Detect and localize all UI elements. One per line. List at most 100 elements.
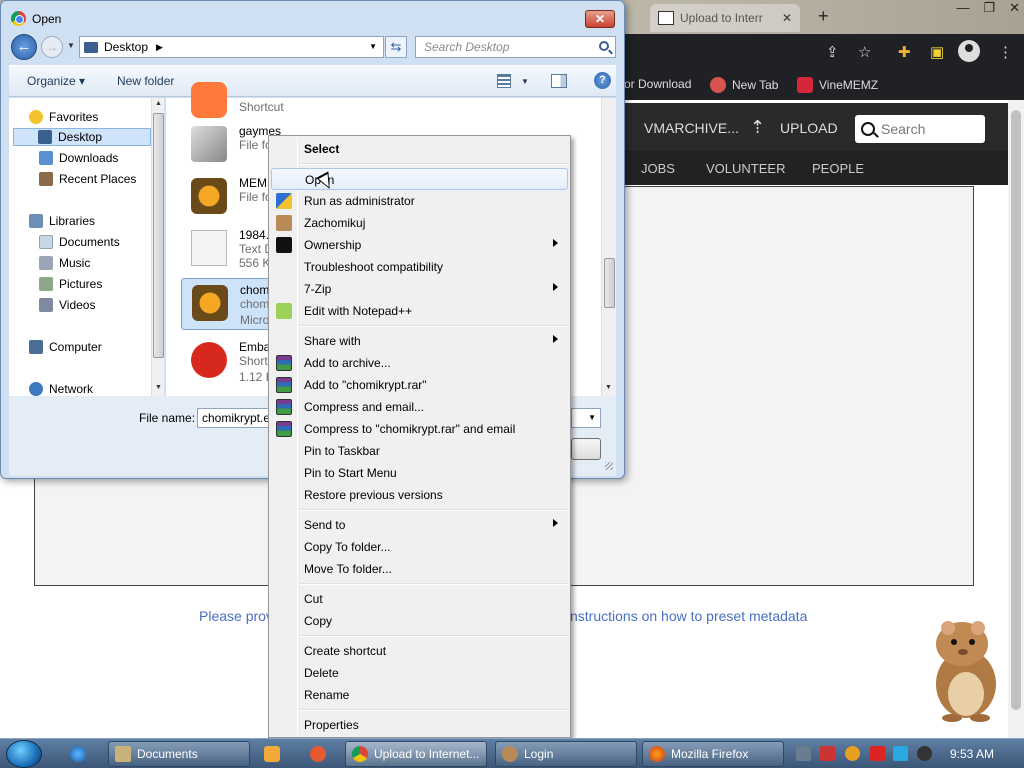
menu-item-zachomikuj[interactable]: Zachomikuj: [271, 212, 568, 234]
bookmark-star-icon[interactable]: ☆: [858, 43, 871, 61]
task-documents[interactable]: Documents: [108, 741, 250, 767]
menu-item-send-to[interactable]: Send to: [271, 514, 568, 536]
menu-kebab-icon[interactable]: ⋮: [998, 43, 1013, 61]
new-tab-button[interactable]: +: [818, 6, 829, 27]
resize-grip[interactable]: [605, 462, 613, 470]
menu-item-7-zip[interactable]: 7-Zip: [271, 278, 568, 300]
share-icon[interactable]: ⇪: [826, 43, 839, 61]
nav-people[interactable]: PEOPLE: [812, 161, 864, 176]
menu-item-add-to-archive[interactable]: Add to archive...: [271, 352, 568, 374]
menu-item-share-with[interactable]: Share with: [271, 330, 568, 352]
organize-button[interactable]: Organize ▾: [27, 74, 85, 88]
bookmark-vinememz[interactable]: VineMEMZ: [797, 77, 878, 93]
tray-antivirus-icon[interactable]: [820, 746, 835, 761]
file-list-scrollbar[interactable]: ▼: [601, 98, 616, 396]
site-search-input[interactable]: Search: [855, 115, 985, 143]
menu-item-select[interactable]: Select: [271, 138, 568, 160]
menu-item-add-to-chomikrypt-rar[interactable]: Add to "chomikrypt.rar": [271, 374, 568, 396]
address-crumb-desktop[interactable]: Desktop: [104, 40, 148, 54]
menu-item-move-to-folder[interactable]: Move To folder...: [271, 558, 568, 580]
menu-item-troubleshoot-compatibility[interactable]: Troubleshoot compatibility: [271, 256, 568, 278]
refresh-button[interactable]: ⇆: [385, 36, 407, 58]
side-panel-icon[interactable]: ▣: [930, 43, 944, 61]
task-login[interactable]: Login: [495, 741, 637, 767]
profile-avatar[interactable]: [958, 40, 980, 62]
menu-item-edit-with-notepad[interactable]: Edit with Notepad++: [271, 300, 568, 322]
dialog-titlebar[interactable]: Open ✕: [1, 1, 624, 35]
menu-item-label: Move To folder...: [304, 562, 392, 576]
file-type-dropdown[interactable]: ▼: [571, 408, 601, 428]
tray-flag-icon[interactable]: [870, 746, 885, 761]
scroll-up-icon[interactable]: ▲: [155, 100, 162, 107]
menu-item-copy[interactable]: Copy: [271, 610, 568, 632]
new-folder-button[interactable]: New folder: [117, 74, 174, 88]
scroll-down-icon[interactable]: ▼: [605, 384, 612, 391]
menu-item-rename[interactable]: Rename: [271, 684, 568, 706]
menu-separator: [300, 325, 568, 327]
nav-favorites[interactable]: Favorites: [29, 108, 98, 126]
menu-item-delete[interactable]: Delete: [271, 662, 568, 684]
nav-libraries[interactable]: Libraries: [29, 212, 95, 230]
open-button[interactable]: [571, 438, 601, 460]
menu-item-pin-to-taskbar[interactable]: Pin to Taskbar: [271, 440, 568, 462]
nav-computer[interactable]: Computer: [29, 338, 102, 356]
menu-item-label: Add to "chomikrypt.rar": [304, 378, 427, 392]
menu-item-compress-and-email[interactable]: Compress and email...: [271, 396, 568, 418]
bookmark-new-tab[interactable]: New Tab: [710, 77, 778, 93]
menu-item-copy-to-folder[interactable]: Copy To folder...: [271, 536, 568, 558]
minimize-button[interactable]: —: [956, 0, 969, 16]
task-firefox[interactable]: Mozilla Firefox: [642, 741, 784, 767]
upload-link[interactable]: UPLOAD: [780, 120, 838, 136]
menu-item-pin-to-start-menu[interactable]: Pin to Start Menu: [271, 462, 568, 484]
address-dropdown-icon[interactable]: ▼: [369, 42, 377, 51]
app-shortcut-icon[interactable]: [310, 746, 326, 762]
nav-documents[interactable]: Documents: [39, 233, 120, 251]
nav-music[interactable]: Music: [39, 254, 90, 272]
menu-item-create-shortcut[interactable]: Create shortcut: [271, 640, 568, 662]
nav-videos[interactable]: Videos: [39, 296, 95, 314]
tray-search-icon[interactable]: [845, 746, 860, 761]
search-icon: [861, 122, 875, 136]
address-bar[interactable]: Desktop ▶ ▼: [79, 36, 384, 58]
forward-button[interactable]: →: [41, 36, 63, 58]
tab-upload[interactable]: Upload to Interr ✕: [650, 4, 800, 32]
media-player-icon[interactable]: [264, 746, 280, 762]
tray-monitor-icon[interactable]: [893, 746, 908, 761]
back-button[interactable]: ←: [11, 34, 37, 60]
site-logo[interactable]: VMARCHIVE...: [644, 120, 739, 136]
menu-item-properties[interactable]: Properties: [271, 714, 568, 736]
file-item[interactable]: Shortcut: [181, 76, 601, 124]
dialog-close-button[interactable]: ✕: [585, 10, 615, 28]
recent-locations-dropdown[interactable]: ▼: [67, 41, 75, 50]
tab-close-icon[interactable]: ✕: [782, 11, 792, 25]
nav-jobs[interactable]: JOBS: [641, 161, 675, 176]
maximize-button[interactable]: ❐: [983, 0, 995, 16]
nav-pane-scrollbar[interactable]: ▲ ▼: [151, 98, 164, 396]
search-desktop-input[interactable]: Search Desktop: [415, 36, 616, 58]
scroll-down-icon[interactable]: ▼: [155, 384, 162, 391]
menu-item-cut[interactable]: Cut: [271, 588, 568, 610]
extensions-icon[interactable]: ✚: [898, 43, 911, 61]
tray-volume-icon[interactable]: [917, 746, 932, 761]
bookmark-download[interactable]: or Download: [624, 77, 691, 91]
menu-item-ownership[interactable]: Ownership: [271, 234, 568, 256]
file-item-selected[interactable]: chom chom Micro: [181, 278, 281, 330]
metadata-instructions-link[interactable]: nstructions on how to preset metadata: [570, 608, 807, 624]
nav-volunteer[interactable]: VOLUNTEER: [706, 161, 785, 176]
page-scrollbar[interactable]: [1008, 100, 1024, 738]
task-upload-to-internet[interactable]: Upload to Internet...: [345, 741, 487, 767]
start-button[interactable]: [6, 740, 42, 768]
nav-recent-places[interactable]: Recent Places: [39, 170, 136, 188]
tray-network-icon[interactable]: [796, 746, 811, 761]
close-window-button[interactable]: ✕: [1009, 0, 1020, 16]
nav-desktop[interactable]: Desktop: [13, 128, 151, 146]
taskbar-clock[interactable]: 9:53 AM: [950, 747, 994, 761]
nav-pictures[interactable]: Pictures: [39, 275, 102, 293]
crumb-arrow-icon[interactable]: ▶: [156, 42, 163, 53]
internet-explorer-icon[interactable]: [70, 746, 86, 762]
menu-item-compress-to-chomikrypt-rar-and-email[interactable]: Compress to "chomikrypt.rar" and email: [271, 418, 568, 440]
nav-downloads[interactable]: Downloads: [39, 149, 118, 167]
menu-item-run-as-administrator[interactable]: Run as administrator: [271, 190, 568, 212]
upload-icon[interactable]: ⇡: [750, 117, 765, 138]
menu-item-restore-previous-versions[interactable]: Restore previous versions: [271, 484, 568, 506]
